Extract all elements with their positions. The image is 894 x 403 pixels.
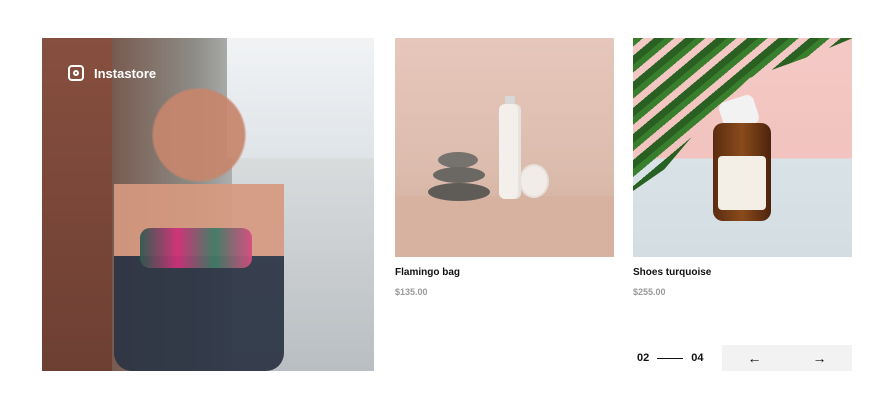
total-pages: 04 (691, 352, 704, 364)
product-price: $255.00 (633, 287, 666, 297)
product-image[interactable] (633, 38, 852, 257)
stone (433, 167, 485, 183)
product-image[interactable] (395, 38, 614, 257)
product-shelf (395, 196, 614, 257)
stone (428, 183, 490, 201)
hero-image: Instastore (42, 38, 374, 371)
brand-name: Instastore (94, 65, 157, 81)
arrow-right-icon[interactable]: → (813, 351, 827, 365)
hero-outfit (140, 228, 252, 268)
carousel-nav: ← → (722, 345, 852, 371)
product-card[interactable]: Flamingo bag $135.00 (395, 38, 614, 297)
product-bottle (499, 104, 521, 199)
instastore-brand[interactable]: Instastore (68, 65, 156, 81)
pagination-divider (657, 357, 684, 359)
arrow-left-icon[interactable]: ← (748, 351, 762, 365)
product-jar (519, 164, 549, 198)
product-title[interactable]: Shoes turquoise (633, 267, 852, 278)
stones-prop (428, 152, 490, 201)
bottle-label (718, 156, 766, 210)
product-title[interactable]: Flamingo bag (395, 267, 614, 278)
product-card[interactable]: Shoes turquoise $255.00 (633, 38, 852, 297)
product-price: $135.00 (395, 287, 428, 297)
stone (438, 152, 478, 168)
instagram-icon (68, 65, 84, 81)
current-page: 02 (637, 352, 650, 364)
pagination-indicator: 02 04 (637, 352, 704, 364)
hero-person (114, 83, 284, 371)
hero-wall (42, 38, 112, 371)
